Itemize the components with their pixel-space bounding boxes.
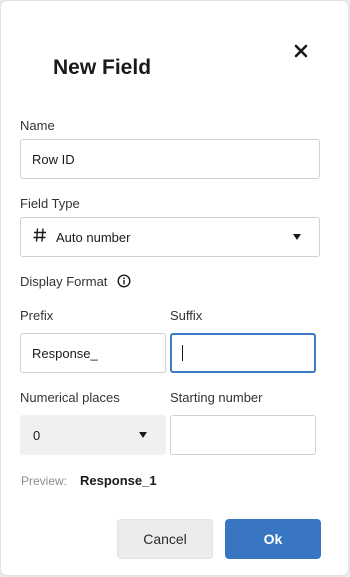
- suffix-input[interactable]: [170, 333, 316, 373]
- close-icon: [294, 44, 308, 58]
- prefix-label: Prefix: [20, 308, 54, 323]
- numerical-places-value: 0: [33, 427, 41, 443]
- close-button[interactable]: [289, 39, 313, 63]
- prefix-input[interactable]: Response_: [20, 333, 166, 373]
- field-type-label: Field Type: [20, 196, 80, 211]
- name-label: Name: [20, 118, 55, 133]
- ok-button[interactable]: Ok: [225, 519, 321, 559]
- info-icon[interactable]: [117, 274, 131, 288]
- numerical-places-label: Numerical places: [20, 390, 120, 405]
- name-input-value: Row ID: [32, 151, 75, 167]
- hash-icon: [33, 228, 46, 242]
- preview-label: Preview:: [21, 474, 68, 488]
- starting-number-input[interactable]: [170, 415, 316, 455]
- suffix-label: Suffix: [170, 308, 203, 323]
- dialog-title: New Field: [53, 56, 152, 79]
- chevron-down-icon: [293, 234, 301, 240]
- field-type-select[interactable]: Auto number: [20, 217, 320, 257]
- numerical-places-select[interactable]: 0: [20, 415, 166, 455]
- starting-number-label: Starting number: [170, 390, 263, 405]
- prefix-input-value: Response_: [32, 345, 98, 361]
- cancel-button[interactable]: Cancel: [117, 519, 213, 559]
- chevron-down-icon: [139, 432, 147, 438]
- display-format-label: Display Format: [20, 274, 108, 289]
- text-cursor: [182, 345, 183, 361]
- preview-value: Response_1: [80, 473, 157, 488]
- name-input[interactable]: Row ID: [20, 139, 320, 179]
- new-field-dialog: New Field Name Row ID Field Type Auto nu…: [1, 1, 348, 575]
